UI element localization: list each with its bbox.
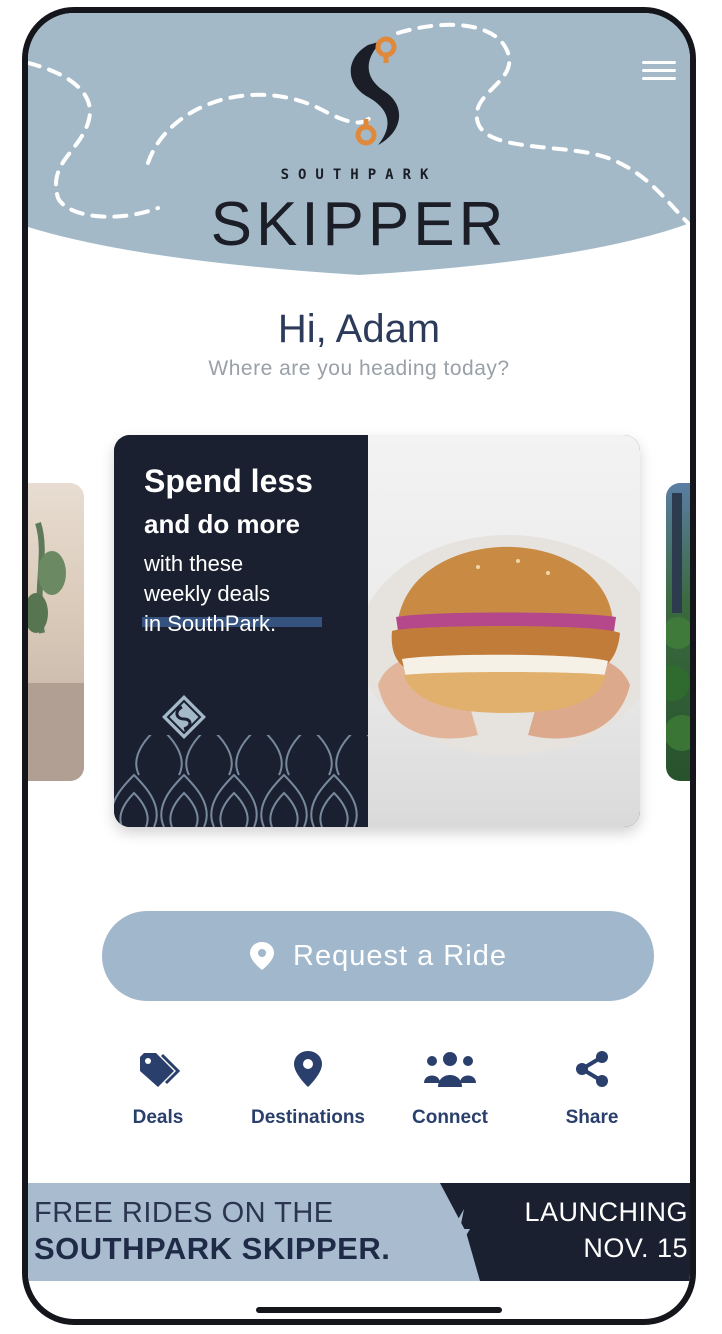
share-icon xyxy=(576,1051,608,1087)
app-header: SOUTHPARK SKIPPER xyxy=(28,13,690,283)
action-share[interactable]: Share xyxy=(522,1049,662,1129)
deal-card-text-panel: Spend less and do more with these weekly… xyxy=(114,435,368,827)
trees-image xyxy=(666,493,690,751)
deal-line-2: weekly deals xyxy=(144,581,270,606)
deal-headline-1: Spend less xyxy=(144,463,313,499)
hamburger-menu-icon[interactable] xyxy=(642,61,676,85)
banner-date-text: NOV. 15 xyxy=(583,1233,688,1263)
carousel-prev-card[interactable] xyxy=(28,483,84,781)
skipper-emblem-icon xyxy=(162,695,206,739)
action-share-label: Share xyxy=(565,1107,619,1128)
action-deals-label: Deals xyxy=(132,1107,184,1128)
deal-pattern-decoration xyxy=(114,735,368,827)
brand-small-text: SOUTHPARK xyxy=(280,167,438,183)
promo-banner[interactable]: FREE RIDES ON THE SOUTHPARK SKIPPER. LAU… xyxy=(28,1183,690,1281)
action-connect-label: Connect xyxy=(412,1107,488,1128)
banner-line-1: FREE RIDES ON THE xyxy=(34,1197,334,1229)
deal-line-1: with these xyxy=(144,551,244,576)
location-pin-icon xyxy=(250,942,275,970)
brand-large-text: SKIPPER xyxy=(210,190,508,259)
tag-icon xyxy=(140,1053,180,1087)
people-group-icon xyxy=(424,1052,476,1087)
action-deals[interactable]: Deals xyxy=(88,1049,228,1129)
plant-image xyxy=(28,522,84,781)
location-pin-icon xyxy=(294,1051,322,1087)
greeting-title: Hi, Adam xyxy=(277,307,441,351)
greeting-subtitle: Where are you heading today? xyxy=(208,357,510,380)
sandwich-image xyxy=(358,535,640,755)
lightning-bolt-icon xyxy=(448,1209,470,1259)
banner-line-2: SOUTHPARK SKIPPER. xyxy=(34,1231,391,1266)
quick-actions: Deals Destinations Connect Share xyxy=(118,1049,638,1139)
deal-headline-2: and do more xyxy=(144,509,301,539)
sandwich-photo xyxy=(358,435,640,827)
carousel-next-card[interactable] xyxy=(666,483,690,781)
action-destinations-label: Destinations xyxy=(250,1107,366,1128)
deal-line-3: in SouthPark. xyxy=(144,611,277,636)
action-connect[interactable]: Connect xyxy=(380,1049,520,1129)
request-ride-button[interactable]: Request a Ride xyxy=(102,911,654,1001)
phone-frame: SOUTHPARK SKIPPER Hi, Adam Where are you… xyxy=(22,7,696,1325)
action-destinations[interactable]: Destinations xyxy=(238,1049,378,1129)
home-indicator[interactable] xyxy=(256,1307,502,1313)
skipper-logo-icon xyxy=(350,36,400,146)
request-ride-label: Request a Ride xyxy=(293,939,507,972)
carousel-deal-card[interactable]: Spend less and do more with these weekly… xyxy=(114,435,640,827)
banner-launching-text: LAUNCHING xyxy=(524,1197,688,1227)
